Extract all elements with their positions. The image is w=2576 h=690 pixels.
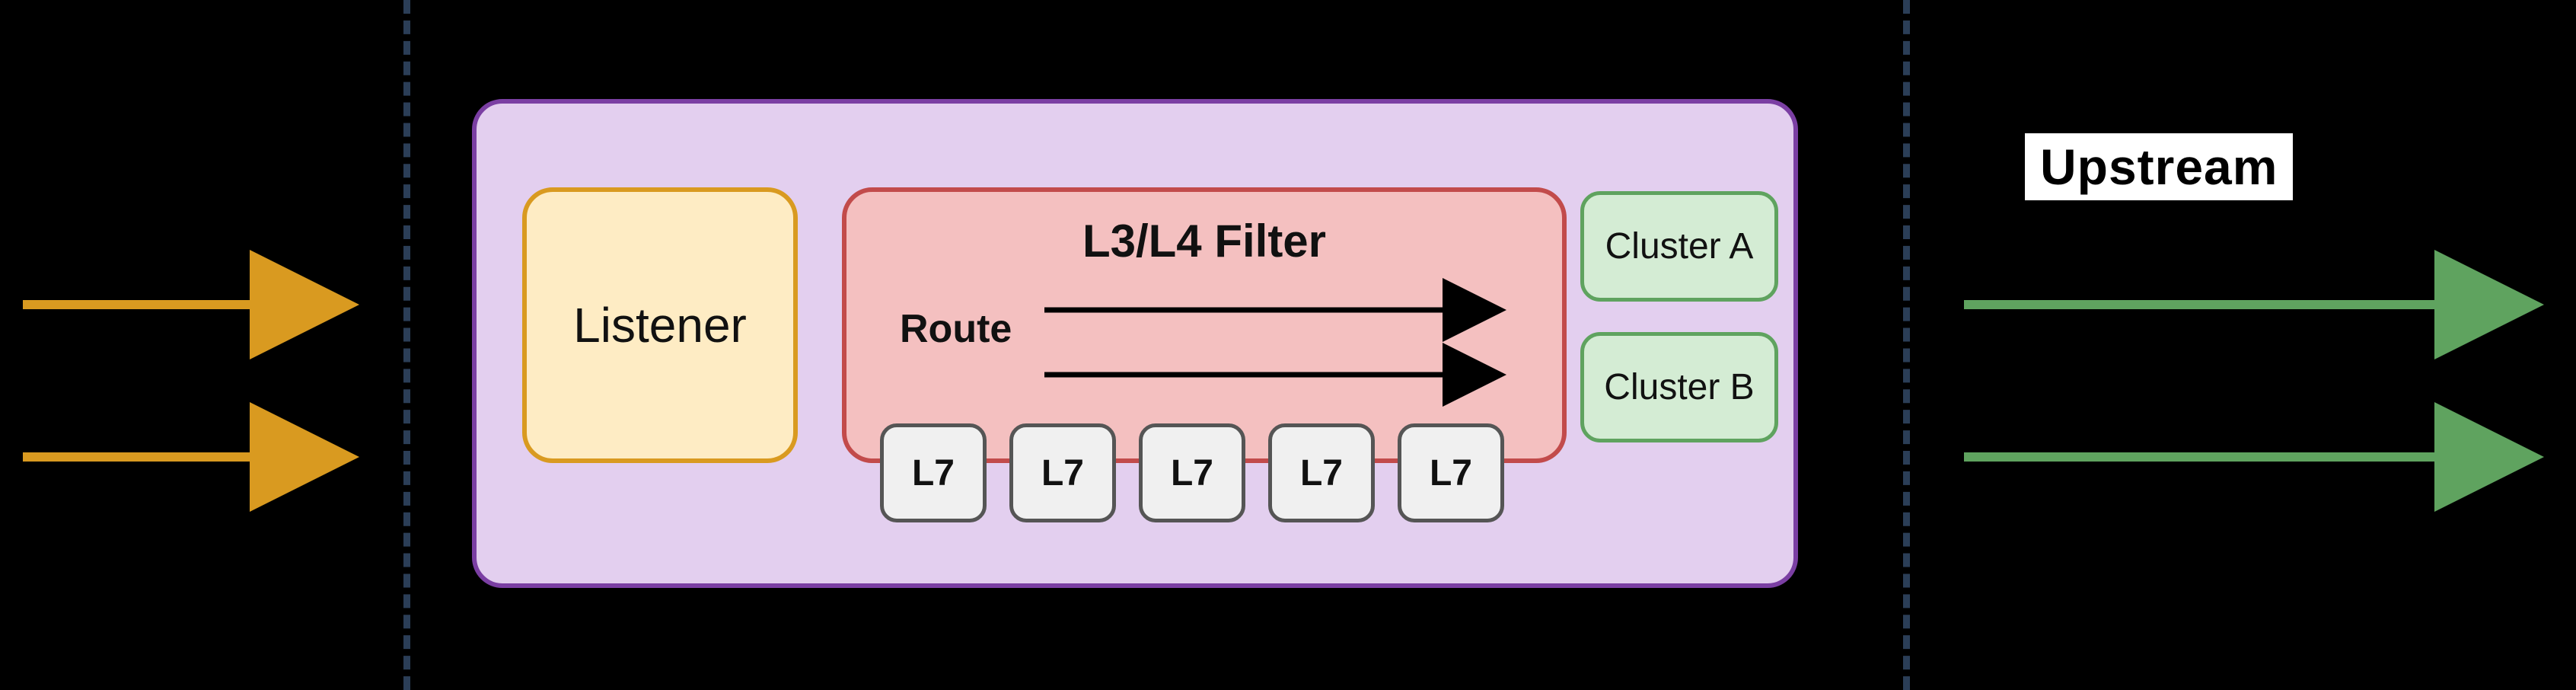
- cluster-b-label: Cluster B: [1604, 366, 1754, 408]
- l7-label: L7: [912, 452, 955, 494]
- cluster-b-box: Cluster B: [1580, 332, 1778, 442]
- outbound-arrow-2: [1964, 434, 2558, 480]
- cluster-a-box: Cluster A: [1580, 191, 1778, 302]
- l7-label: L7: [1041, 452, 1084, 494]
- outbound-arrow-1: [1964, 282, 2558, 327]
- listener-box: Listener: [522, 187, 798, 463]
- l7-label: L7: [1300, 452, 1343, 494]
- cluster-a-label: Cluster A: [1605, 225, 1754, 267]
- l3l4-filter-box: L3/L4 Filter Route: [842, 187, 1567, 463]
- l7-filter-box: L7: [1268, 423, 1375, 522]
- upstream-boundary: [1903, 0, 1910, 690]
- l7-filter-box: L7: [1139, 423, 1245, 522]
- l7-label: L7: [1171, 452, 1213, 494]
- route-label: Route: [900, 306, 1012, 352]
- route-arrow-2: [1044, 356, 1524, 394]
- upstream-label: Upstream: [2025, 133, 2293, 200]
- route-arrow-1: [1044, 291, 1524, 329]
- l7-filter-box: L7: [1009, 423, 1116, 522]
- envoy-container: Listener L3/L4 Filter Route L7 L7 L7 L7 …: [472, 99, 1798, 588]
- l7-filter-box: L7: [1398, 423, 1504, 522]
- inbound-arrow-1: [23, 282, 373, 327]
- l7-label: L7: [1430, 452, 1472, 494]
- inbound-arrow-2: [23, 434, 373, 480]
- listener-label: Listener: [573, 297, 747, 353]
- diagram-stage: Listener L3/L4 Filter Route L7 L7 L7 L7 …: [0, 0, 2576, 690]
- l7-filter-box: L7: [880, 423, 987, 522]
- filter-title: L3/L4 Filter: [846, 215, 1562, 267]
- l7-filter-row: L7 L7 L7 L7 L7: [880, 423, 1504, 522]
- downstream-boundary: [403, 0, 410, 690]
